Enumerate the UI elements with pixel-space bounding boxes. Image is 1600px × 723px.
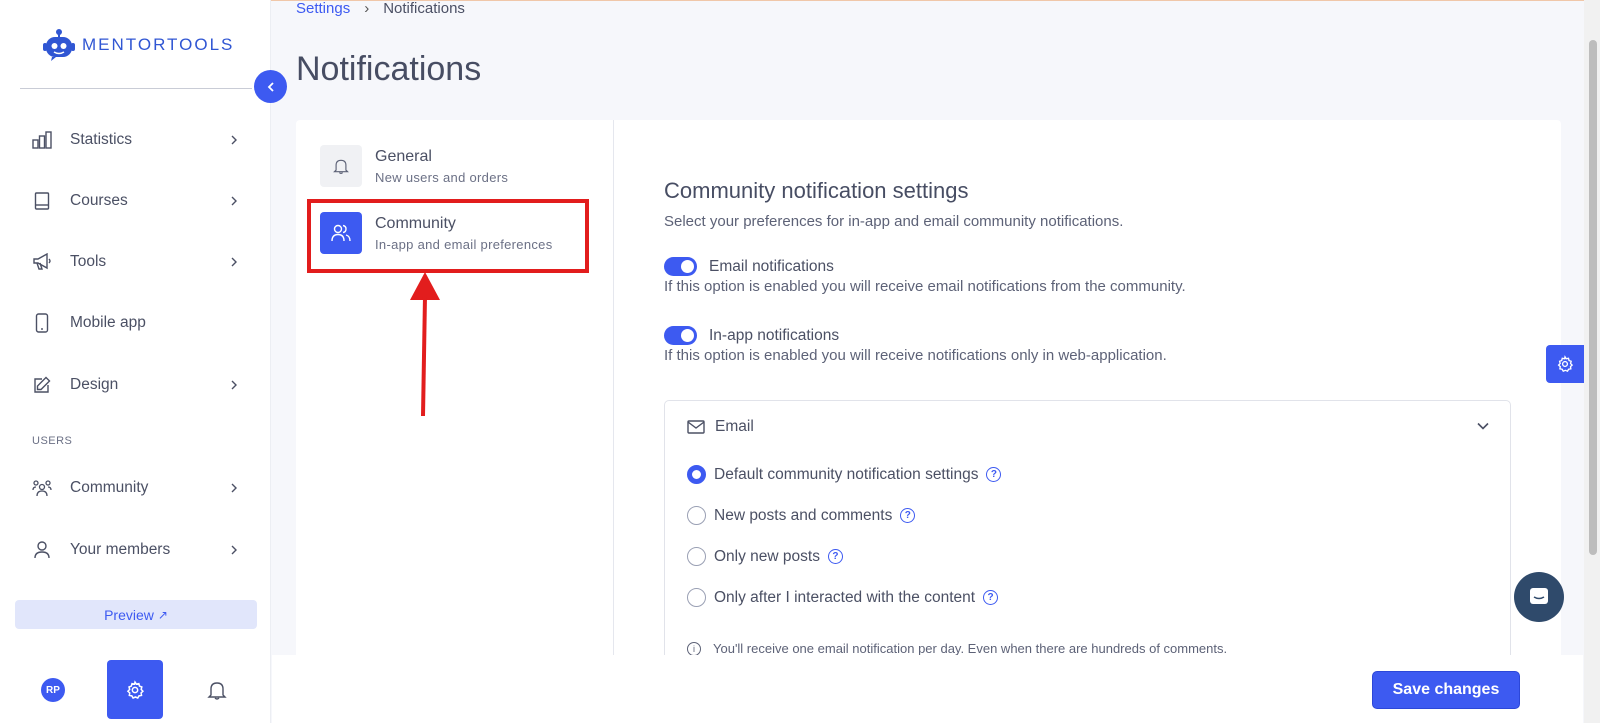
sidebar-item-statistics[interactable]: Statistics xyxy=(32,124,240,156)
chevron-right-icon xyxy=(231,257,237,267)
envelope-icon xyxy=(687,420,705,434)
logo[interactable]: MENTORTOOLS xyxy=(42,28,234,62)
settings-card: General New users and orders Community I… xyxy=(296,120,1561,660)
radio-label: Default community notification settings xyxy=(714,465,979,483)
divider xyxy=(20,88,252,89)
toggle-label: Email notifications xyxy=(709,257,834,275)
help-icon[interactable]: ? xyxy=(983,590,999,605)
external-link-icon: ↗ xyxy=(157,607,168,622)
book-icon xyxy=(32,191,52,211)
sidebar-item-label: Mobile app xyxy=(70,314,146,331)
edit-icon xyxy=(32,375,52,395)
email-option-new-posts[interactable]: Only new posts ? xyxy=(687,547,843,566)
email-panel-header[interactable]: Email xyxy=(687,418,754,436)
email-panel-title: Email xyxy=(715,418,754,435)
avatar[interactable]: RP xyxy=(41,678,65,702)
in-app-notifications-row: In-app notifications xyxy=(664,326,839,345)
email-notifications-row: Email notifications xyxy=(664,257,834,276)
email-settings-panel: Email Default community notification set… xyxy=(664,400,1511,660)
chat-icon xyxy=(1530,588,1548,604)
menu-subtitle: New users and orders xyxy=(375,169,509,185)
info-text: You'll receive one email notification pe… xyxy=(713,641,1228,656)
settings-menu: General New users and orders Community I… xyxy=(296,120,614,660)
sidebar-item-design[interactable]: Design xyxy=(32,369,240,401)
red-arrow-annotation xyxy=(410,272,440,417)
scrollbar-thumb[interactable] xyxy=(1589,40,1597,555)
toggle-description: If this option is enabled you will recei… xyxy=(664,347,1167,364)
toggle-label: In-app notifications xyxy=(709,326,840,344)
sidebar: MENTORTOOLS Statistics Courses Tools Mob… xyxy=(0,0,271,723)
chevron-right-icon xyxy=(231,135,237,145)
settings-button[interactable] xyxy=(107,660,163,719)
section-title: Community notification settings xyxy=(664,178,969,203)
sidebar-item-label: Tools xyxy=(70,253,107,270)
help-icon[interactable]: ? xyxy=(900,508,916,523)
community-icon xyxy=(32,478,52,498)
phone-icon xyxy=(32,313,52,333)
radio-button[interactable] xyxy=(687,588,706,607)
radio-button[interactable] xyxy=(687,465,706,484)
radio-label: Only after I interacted with the content xyxy=(714,588,976,606)
email-option-default[interactable]: Default community notification settings … xyxy=(687,465,1002,484)
sidebar-item-label: Statistics xyxy=(70,131,133,148)
breadcrumb: Settings › Notifications xyxy=(296,0,465,17)
community-settings-panel: Community notification settings Select y… xyxy=(614,120,1561,660)
sidebar-item-courses[interactable]: Courses xyxy=(32,185,240,217)
save-changes-button[interactable]: Save changes xyxy=(1372,671,1520,709)
section-label-users: USERS xyxy=(32,435,73,447)
info-icon: i xyxy=(687,641,701,656)
radio-button[interactable] xyxy=(687,547,706,566)
help-icon[interactable]: ? xyxy=(986,467,1002,482)
sidebar-item-label: Courses xyxy=(70,192,128,209)
breadcrumb-settings-link[interactable]: Settings xyxy=(296,0,350,17)
chevron-down-icon[interactable] xyxy=(1476,419,1490,433)
email-info-note: i You'll receive one email notification … xyxy=(687,641,1227,656)
chevron-right-icon xyxy=(231,483,237,493)
chevron-right-icon: › xyxy=(364,0,370,17)
robot-logo-icon xyxy=(43,29,75,61)
chevron-left-icon xyxy=(267,81,274,92)
radio-button[interactable] xyxy=(687,506,706,525)
sidebar-item-mobile-app[interactable]: Mobile app xyxy=(32,307,240,339)
settings-menu-general[interactable]: General New users and orders xyxy=(320,145,508,187)
gear-icon xyxy=(126,679,144,699)
floating-settings-button[interactable] xyxy=(1546,345,1584,383)
sidebar-item-your-members[interactable]: Your members xyxy=(32,534,240,566)
bell-icon[interactable] xyxy=(206,679,228,701)
email-notifications-toggle[interactable] xyxy=(664,257,697,276)
chevron-right-icon xyxy=(231,545,237,555)
bar-chart-icon xyxy=(32,130,52,150)
chevron-right-icon xyxy=(231,196,237,206)
megaphone-icon xyxy=(32,252,52,272)
preview-label: Preview xyxy=(104,606,154,623)
bell-icon xyxy=(320,145,362,187)
chat-launcher-button[interactable] xyxy=(1514,572,1564,622)
chevron-right-icon xyxy=(231,380,237,390)
sidebar-item-label: Your members xyxy=(70,541,171,558)
gear-icon xyxy=(1557,355,1574,373)
sidebar-item-label: Community xyxy=(70,479,149,496)
section-subtitle: Select your preferences for in-app and e… xyxy=(664,213,1124,230)
sidebar-item-community[interactable]: Community xyxy=(32,472,240,504)
toggle-description: If this option is enabled you will recei… xyxy=(664,278,1186,295)
email-option-new-posts-comments[interactable]: New posts and comments ? xyxy=(687,506,916,525)
menu-title: General xyxy=(375,147,432,165)
radio-label: Only new posts xyxy=(714,547,820,565)
brand-name: MENTORTOOLS xyxy=(82,35,235,54)
radio-label: New posts and comments xyxy=(714,506,893,524)
collapse-sidebar-button[interactable] xyxy=(254,70,287,103)
in-app-notifications-toggle[interactable] xyxy=(664,326,697,345)
help-icon[interactable]: ? xyxy=(827,549,843,564)
page-title: Notifications xyxy=(296,50,482,88)
email-option-interacted[interactable]: Only after I interacted with the content… xyxy=(687,588,999,607)
sidebar-item-tools[interactable]: Tools xyxy=(32,246,240,278)
highlight-annotation-box xyxy=(307,199,589,273)
person-icon xyxy=(32,540,52,560)
breadcrumb-current: Notifications xyxy=(383,0,465,17)
preview-button[interactable]: Preview ↗ xyxy=(15,600,257,629)
sidebar-item-label: Design xyxy=(70,376,119,393)
